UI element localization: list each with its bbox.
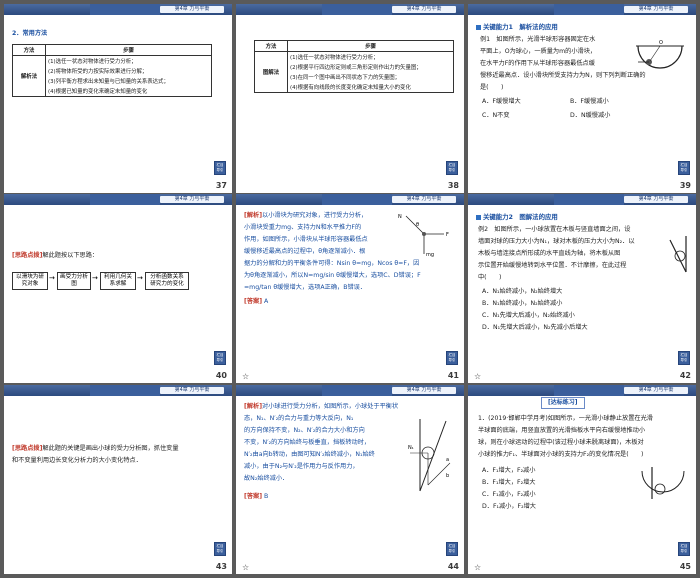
slide-44[interactable]: 第4章 力与平衡 [解析]对小球进行受力分析，如图所示，小球处于平衡状 态，N₁… [236,385,464,574]
methods-table: 方法 步骤 图解法 (1)选任一状态对物体进行受力分析； (2)根据平行四边形定则或… [254,40,454,93]
answer-line: [答案] A [244,298,269,305]
flow-step-4: 分析函数关系研究力的变化 [145,272,189,290]
page-number: 44 [447,562,459,571]
tip-line: [思路点拨]解此题按以下思路： [12,252,99,259]
question-text: 例1 如图所示，光滑半球形容器固定在水 平面上，O为球心，一质量为m的小滑块， 在水… [480,36,597,67]
slide-37[interactable]: 第4章 力与平衡 2．常用方法 方法 步骤 解析法 (1)选任一状态对物体进行受力分… [4,4,232,193]
slide-header: 第4章 力与平衡 [4,385,232,396]
solution-text: [解析]对小球进行受力分析，如图所示，小球处于平衡状 态，N₁、N′₂的合力与重… [244,403,399,482]
arrow-icon: → [137,274,143,282]
answer-options: A．N₁始终减小，N₂始终增大 B．N₁始终减小，N₂始终减小 C．N₁先增大后… [482,286,682,334]
section-title: 2．常用方法 [12,30,48,37]
option-a[interactable]: A．F缓慢增大 [482,96,521,108]
star-icon: ☆ [474,372,482,381]
solution-text: [解析]以小滑块为研究对象，进行受力分析， 小滑块受重力mg、支持力N和水平推力… [244,212,368,255]
hemisphere-diagram: O [636,40,684,69]
slide-header: 第4章 力与平衡 [236,4,464,15]
return-button[interactable]: 栏目 导引 [214,542,226,556]
solution-text-cont: 据力的分解和力的平衡条件可得：Nsin θ=mg，Ncos θ=F，因 为θ角逐… [244,260,421,291]
return-button[interactable]: 栏目 导引 [446,161,458,175]
key-ability-heading: 关键能力1 解析法的应用 [476,22,558,31]
return-button[interactable]: 栏目 导引 [446,351,458,365]
slide-38[interactable]: 第4章 力与平衡 方法 步骤 图解法 (1)选任一状态对物体进行受力分析； (2)根… [236,4,464,193]
star-icon: ☆ [474,563,482,572]
svg-text:F: F [446,232,449,238]
answer-options: A．F₁增大，F₂减小 B．F₁增大，F₂增大 C．F₁减小，F₂减小 D．F₁… [482,465,612,513]
svg-text:mg: mg [426,252,434,258]
option-b[interactable]: B．N₁始终减小，N₂始终减小 [482,298,682,310]
svg-text:O: O [659,40,663,46]
option-b[interactable]: B．F₁增大，F₂增大 [482,477,612,489]
tip-text: [思路点拨]解此题的关键是画出小球的受力分析图，抓住变量 和不变量利用边长变化分… [12,445,179,464]
arrow-icon: → [49,274,55,282]
arrow-icon: → [92,274,98,282]
page-number: 45 [679,562,691,571]
slide-39[interactable]: 第4章 力与平衡 关键能力1 解析法的应用 例1 如图所示，光滑半球形容器固定在… [468,4,696,193]
page-number: 41 [447,371,459,380]
page-number: 39 [679,181,691,190]
slide-header: 第4章 力与平衡 [468,4,696,15]
option-b[interactable]: B．F缓慢减小 [570,96,609,108]
svg-text:b: b [446,473,449,479]
page-number: 42 [679,371,691,380]
option-a[interactable]: A．N₁始终减小，N₂始终增大 [482,286,682,298]
star-icon: ☆ [242,372,250,381]
slide-header: 第4章 力与平衡 [236,385,464,396]
page-number: 37 [215,181,227,190]
option-c[interactable]: C．N₁先增大后减小，N₂始终减小 [482,310,682,322]
slide-header: 第4章 力与平衡 [468,194,696,205]
force-triangle-diagram: N₁ a b [408,419,451,492]
slide-header: 第4章 力与平衡 [4,194,232,205]
option-d[interactable]: D．F₁减小，F₂增大 [482,501,612,513]
svg-text:N: N [398,214,402,220]
slide-header: 第4章 力与平衡 [4,4,232,15]
return-button[interactable]: 栏目 导引 [678,351,690,365]
option-c[interactable]: C．F₁减小，F₂减小 [482,489,612,501]
slide-40[interactable]: 第4章 力与平衡 [思路点拨]解此题按以下思路： 以滑块为研究对象 → 画受力分… [4,194,232,383]
svg-text:N₁: N₁ [408,445,414,451]
question-text: 1．(2019·邯郸中学月考)如图所示，一光滑小球静止放置在光滑 半球面的底端，用… [478,415,653,458]
return-button[interactable]: 栏目 导引 [678,161,690,175]
slide-41[interactable]: 第4章 力与平衡 [解析]以小滑块为研究对象，进行受力分析， 小滑块受重力mg、… [236,194,464,383]
board-wall-diagram [669,236,687,273]
return-button[interactable]: 栏目 导引 [446,542,458,556]
svg-text:a: a [446,457,449,463]
flow-step-2: 画受力分析图 [57,272,91,290]
option-a[interactable]: A．F₁增大，F₂减小 [482,465,612,477]
flow-step-1: 以滑块为研究对象 [12,272,48,290]
svg-text:θ: θ [416,222,419,228]
hemisphere-ball-diagram [641,467,685,499]
option-d[interactable]: D．N₁先增大后减小，N₂先减小后增大 [482,322,682,334]
return-button[interactable]: 栏目 导引 [678,542,690,556]
slide-header: 第4章 力与平衡 [468,385,696,396]
answer-line: [答案] B [244,493,269,500]
slide-45[interactable]: 第4章 力与平衡 [达标练习] 1．(2019·邯郸中学月考)如图所示，一光滑小… [468,385,696,574]
force-diagram: N F mg θ [398,214,449,258]
practice-label: [达标练习] [541,397,585,409]
key-ability-heading: 关键能力2 图解法的应用 [476,212,558,221]
page-number: 40 [215,371,227,380]
option-d[interactable]: D．N缓慢减小 [570,110,610,122]
slide-header: 第4章 力与平衡 [236,194,464,205]
question-text: 例2 如图所示，一小球放置在木板与竖直墙面之间，设 墙面对球的压力大小为N₁，球对… [478,226,635,281]
return-button[interactable]: 栏目 导引 [214,351,226,365]
methods-table: 方法 步骤 解析法 (1)选任一状态对物体进行受力分析； (2)将物体所受的力按实际… [12,44,212,97]
slide-43[interactable]: 第4章 力与平衡 [思路点拨]解此题的关键是画出小球的受力分析图，抓住变量 和不… [4,385,232,574]
option-c[interactable]: C．N不变 [482,110,510,122]
return-button[interactable]: 栏目 导引 [214,161,226,175]
star-icon: ☆ [242,563,250,572]
slide-42[interactable]: 第4章 力与平衡 关键能力2 图解法的应用 例2 如图所示，一小球放置在木板与竖… [468,194,696,383]
page-number: 43 [215,562,227,571]
page-number: 38 [447,181,459,190]
flow-step-3: 利用几何关系求解 [100,272,136,290]
